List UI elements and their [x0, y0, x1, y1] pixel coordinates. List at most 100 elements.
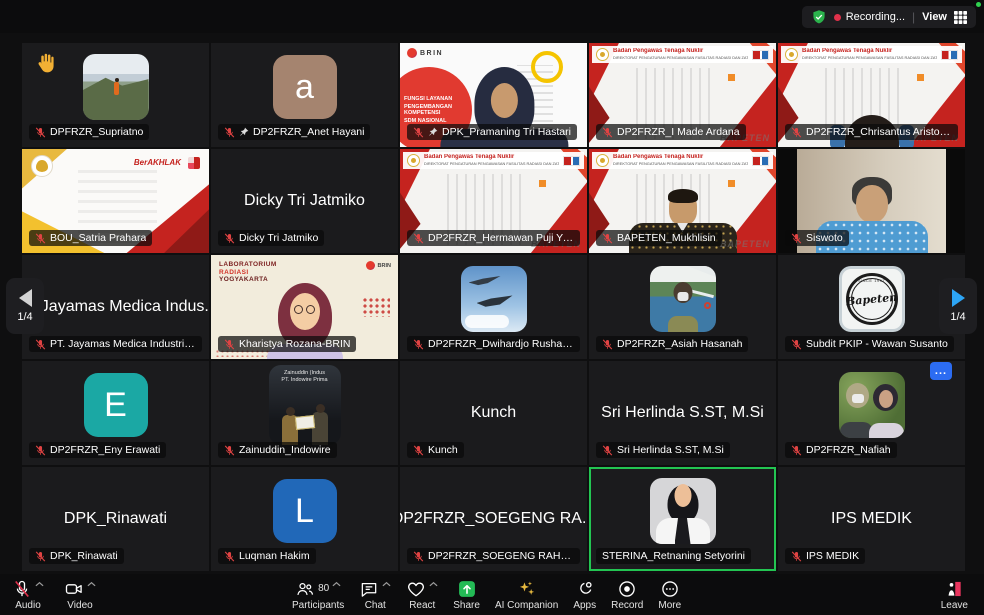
participant-tile-25[interactable]: IPS MEDIKIPS MEDIK: [778, 467, 965, 571]
chat-icon: [359, 579, 379, 599]
participant-tile-21[interactable]: DPK_RinawatiDPK_Rinawati: [22, 467, 209, 571]
participant-tile-16[interactable]: EDP2FRZR_Eny Erawati: [22, 361, 209, 465]
tile-options-button[interactable]: ...: [930, 362, 952, 380]
bapeten-subtitle: DIREKTORAT PENGATURAN PENGAWASAN FASILIT…: [613, 56, 718, 61]
participant-tile-13[interactable]: DP2FRZR_Dwihardjo Rushartono: [400, 255, 587, 359]
brin-logo: BRIN: [407, 48, 443, 58]
chevron-up-icon: [332, 581, 341, 587]
participants-button[interactable]: 80Participants: [292, 577, 344, 612]
video-button[interactable]: Video: [64, 577, 96, 612]
next-page-button[interactable]: 1/4: [939, 278, 977, 334]
bapeten-mark-icon: [752, 156, 769, 166]
react-label: React: [409, 600, 435, 612]
leave-button[interactable]: Leave: [941, 577, 968, 612]
apps-button[interactable]: Apps: [573, 577, 596, 612]
muted-mic-icon: [224, 445, 235, 456]
participant-name-label: Subdit PKIP - Wawan Susanto: [785, 336, 954, 352]
react-button[interactable]: React: [406, 577, 438, 612]
recording-indicator[interactable]: Recording...: [834, 11, 905, 23]
bapeten-header-banner: Badan Pengawas Tenaga NuklirDIREKTORAT P…: [592, 152, 773, 169]
participant-name-label: Luqman Hakim: [218, 548, 316, 564]
participant-tile-23[interactable]: DP2FRZR_SOEGENG RA...DP2FRZR_SOEGENG RAH…: [400, 467, 587, 571]
participants-count: 80: [318, 583, 329, 594]
participant-name-label: Kharistya Rozana-BRIN: [218, 336, 356, 352]
participant-name-label: DP2FRZR_Anet Hayani: [218, 124, 370, 140]
share-button[interactable]: Share: [453, 577, 480, 612]
ai-icon: [517, 579, 537, 599]
audio-button[interactable]: Audio: [12, 577, 44, 612]
muted-mic-icon: [224, 233, 235, 244]
participant-tile-9[interactable]: Badan Pengawas Tenaga NuklirDIREKTORAT P…: [589, 149, 776, 253]
participant-tile-7[interactable]: Dicky Tri JatmikoDicky Tri Jatmiko: [211, 149, 398, 253]
participant-tile-12[interactable]: LABORATORIUMRADIASIYOGYAKARTABRINKharist…: [211, 255, 398, 359]
participant-name-label: PT. Jayamas Medica Industri Tbk: [29, 336, 202, 352]
record-button[interactable]: Record: [611, 577, 643, 612]
avatar-photo: [650, 266, 716, 332]
participant-tile-15[interactable]: SINCE 1997BapetenSubdit PKIP - Wawan Sus…: [778, 255, 965, 359]
muted-mic-icon: [791, 551, 802, 562]
bapeten-title: Badan Pengawas Tenaga Nuklir: [613, 48, 748, 55]
muted-mic-icon: [602, 445, 613, 456]
zoom-meeting-window: { "window": { "recording_label": "Record…: [0, 0, 984, 615]
letter-avatar: L: [273, 479, 337, 543]
participant-name-label: Siswoto: [785, 230, 849, 246]
chat-button[interactable]: Chat: [359, 577, 391, 612]
participant-tile-24[interactable]: STERINA_Retnaning Setyorini: [589, 467, 776, 571]
view-button[interactable]: View: [922, 11, 947, 23]
muted-mic-icon: [791, 339, 802, 350]
participant-name-label: STERINA_Retnaning Setyorini: [596, 548, 751, 564]
participant-tile-3[interactable]: BRINFUNGSI LAYANANPENGEMBANGAN KOMPETENS…: [400, 43, 587, 147]
avatar-photo: [650, 478, 716, 544]
person-head: [669, 191, 697, 225]
garuda-emblem-icon: [596, 48, 609, 61]
bapeten-subtitle: DIREKTORAT PENGATURAN PENGAWASAN FASILIT…: [802, 56, 907, 61]
participant-tile-18[interactable]: KunchKunch: [400, 361, 587, 465]
participant-name-text: DP2FRZR_Hermawan Puji Yuwana: [428, 232, 574, 244]
muted-mic-icon: [791, 233, 802, 244]
participant-tile-1[interactable]: DPFRZR_Supriatno: [22, 43, 209, 147]
participant-tile-17[interactable]: Zainuddin (IndusPT. Indowire PrimaZainud…: [211, 361, 398, 465]
participant-name-label: DPK_Pramaning Tri Hastari: [407, 124, 577, 140]
participant-name-text: Sri Herlinda S.ST, M.Si: [617, 444, 724, 456]
participant-name-text: Subdit PKIP - Wawan Susanto: [806, 338, 948, 350]
muted-mic-icon: [602, 339, 613, 350]
grid-view-icon[interactable]: [954, 11, 967, 24]
participant-name-text: Dicky Tri Jatmiko: [239, 232, 318, 244]
participant-tile-6[interactable]: BerAKHLAKBOU_Satria Prahara: [22, 149, 209, 253]
bapeten-header-banner: Badan Pengawas Tenaga NuklirDIREKTORAT P…: [592, 46, 773, 63]
participant-tile-19[interactable]: Sri Herlinda S.ST, M.SiSri Herlinda S.ST…: [589, 361, 776, 465]
chevron-up-icon: [429, 581, 438, 587]
letter-avatar: a: [273, 55, 337, 119]
muted-mic-icon: [35, 339, 46, 350]
participant-tile-8[interactable]: Badan Pengawas Tenaga NuklirDIREKTORAT P…: [400, 149, 587, 253]
participant-tile-10[interactable]: Siswoto: [778, 149, 965, 253]
divider: |: [912, 10, 915, 24]
avatar-photo: [461, 266, 527, 332]
garuda-emblem-icon: [31, 155, 53, 177]
participant-tile-5[interactable]: Badan Pengawas Tenaga NuklirDIREKTORAT P…: [778, 43, 965, 147]
muted-mic-icon: [791, 445, 802, 456]
participant-name-label: DPK_Rinawati: [29, 548, 124, 564]
bapeten-mark-icon: [752, 50, 769, 60]
more-button[interactable]: More: [658, 577, 681, 612]
participant-tile-4[interactable]: Badan Pengawas Tenaga NuklirDIREKTORAT P…: [589, 43, 776, 147]
more-icon: [660, 579, 680, 599]
participant-name-label: DP2FRZR_Eny Erawati: [29, 442, 166, 458]
participant-name-label: DP2FRZR_I Made Ardana: [596, 124, 746, 140]
previous-page-button[interactable]: 1/4: [6, 278, 44, 334]
participant-tile-2[interactable]: a DP2FRZR_Anet Hayani: [211, 43, 398, 147]
participant-name-label: DP2FRZR_Hermawan Puji Yuwana: [407, 230, 580, 246]
participant-name-label: Kunch: [407, 442, 464, 458]
participant-name-label: DPFRZR_Supriatno: [29, 124, 149, 140]
muted-mic-icon: [413, 445, 424, 456]
security-shield-icon[interactable]: [811, 9, 827, 25]
bapeten-header-banner: Badan Pengawas Tenaga NuklirDIREKTORAT P…: [403, 152, 584, 169]
participant-tile-22[interactable]: L Luqman Hakim: [211, 467, 398, 571]
participant-tile-14[interactable]: DP2FRZR_Asiah Hasanah: [589, 255, 776, 359]
garuda-emblem-icon: [785, 48, 798, 61]
ai-button[interactable]: AI Companion: [495, 577, 558, 612]
recording-label: Recording...: [846, 11, 905, 23]
apps-label: Apps: [573, 600, 596, 612]
garuda-emblem-icon: [407, 154, 420, 167]
participant-tile-11[interactable]: PT. Jayamas Medica Indus...PT. Jayamas M…: [22, 255, 209, 359]
